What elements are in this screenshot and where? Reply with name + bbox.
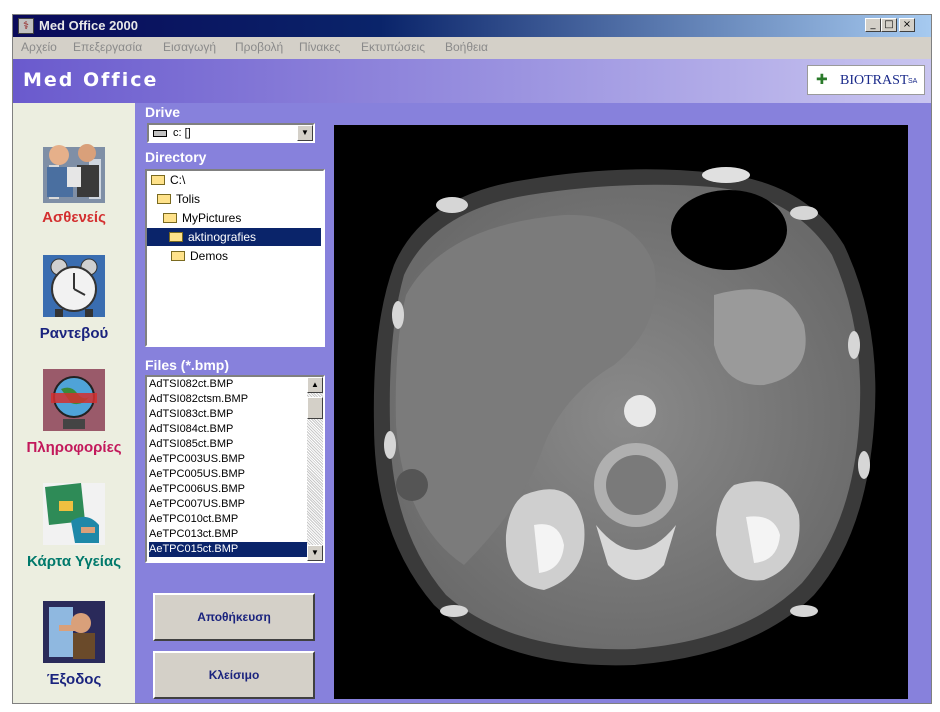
save-button[interactable]: Αποθήκευση xyxy=(153,593,315,641)
nav-appointments[interactable]: Ραντεβού xyxy=(13,253,135,353)
maximize-button[interactable]: □ xyxy=(881,18,897,32)
health-card-icon xyxy=(43,483,105,545)
biotrast-logo: ✚ BIOTRAST SA xyxy=(807,65,925,95)
file-item[interactable]: AeTPC006US.BMP xyxy=(149,482,245,497)
dir-item[interactable]: Demos xyxy=(147,247,228,265)
main-panel: Drive c: [] ▼ Directory C:\ Tolis MyPict… xyxy=(135,103,931,703)
file-item[interactable]: AeTPC003US.BMP xyxy=(149,452,245,467)
file-item[interactable]: AeTPC005US.BMP xyxy=(149,467,245,482)
drive-value: c: [] xyxy=(173,127,191,139)
menu-bar: Αρχείο Επεξεργασία Εισαγωγή Προβολή Πίνα… xyxy=(13,37,931,57)
close-button[interactable]: Κλείσιμο xyxy=(153,651,315,699)
drive-select[interactable]: c: [] ▼ xyxy=(147,123,315,143)
dir-item-selected[interactable]: aktinografies xyxy=(147,228,321,246)
app-window: ⚕ Med Office 2000 _ □ × Αρχείο Επεξεργασ… xyxy=(12,14,932,704)
patients-icon xyxy=(43,144,105,203)
nav-patients-label: Ασθενείς xyxy=(42,209,106,226)
nav-appointments-label: Ραντεβού xyxy=(39,325,109,342)
folder-open-icon xyxy=(157,194,171,204)
minimize-button[interactable]: _ xyxy=(865,18,881,32)
alarm-clock-icon xyxy=(43,255,105,317)
file-item[interactable]: AeTPC013ct.BMP xyxy=(149,527,238,542)
window-title: Med Office 2000 xyxy=(39,18,138,33)
scroll-up-icon[interactable]: ▲ xyxy=(307,377,323,393)
menu-insert[interactable]: Εισαγωγή xyxy=(163,40,216,54)
file-item[interactable]: AeTPC007US.BMP xyxy=(149,497,245,512)
folder-closed-icon xyxy=(171,251,185,261)
hard-drive-icon xyxy=(153,130,167,137)
image-viewer[interactable] xyxy=(334,125,908,699)
close-window-button[interactable]: × xyxy=(899,18,915,32)
directory-label: Directory xyxy=(145,149,207,165)
nav-info[interactable]: Πληροφορίες xyxy=(13,367,135,467)
dir-item[interactable]: Tolis xyxy=(147,190,200,208)
folder-open-icon xyxy=(151,175,165,185)
file-list-scrollbar[interactable]: ▲ ▼ xyxy=(307,377,323,561)
scrollbar-thumb[interactable] xyxy=(307,397,323,419)
file-list[interactable]: AdTSI082ct.BMP AdTSI082ctsm.BMP AdTSI083… xyxy=(145,375,325,563)
dir-item-label: Demos xyxy=(190,249,229,263)
header-band: Med Office ✚ BIOTRAST SA xyxy=(13,59,931,103)
brand-title: Med Office xyxy=(23,69,159,91)
dir-item-label: Tolis xyxy=(176,192,201,206)
nav-patients[interactable]: Ασθενείς xyxy=(13,137,135,237)
directory-list[interactable]: C:\ Tolis MyPictures aktinografies Demos xyxy=(145,169,325,347)
dir-item[interactable]: MyPictures xyxy=(147,209,241,227)
menu-help[interactable]: Βοήθεια xyxy=(445,40,488,54)
exit-icon xyxy=(43,601,105,663)
nav-health-card-label: Κάρτα Υγείας xyxy=(26,553,121,570)
caduceus-icon[interactable]: ⚕ xyxy=(18,18,34,34)
file-item[interactable]: AeTPC010ct.BMP xyxy=(149,512,238,527)
nav-exit[interactable]: Έξοδος xyxy=(13,599,135,699)
dir-item-label: C:\ xyxy=(170,173,186,187)
nav-exit-label: Έξοδος xyxy=(46,671,102,688)
left-nav: Ασθενείς Ραντεβού Πληροφορίες Κάρτα Υγεί… xyxy=(13,103,135,703)
menu-print[interactable]: Εκτυπώσεις xyxy=(361,40,425,54)
menu-edit[interactable]: Επεξεργασία xyxy=(73,40,142,54)
logo-text: BIOTRAST xyxy=(840,73,909,88)
dir-item-label: aktinografies xyxy=(188,230,257,244)
menu-file[interactable]: Αρχείο xyxy=(21,40,57,54)
menu-tables[interactable]: Πίνακες xyxy=(299,40,340,54)
files-label: Files (*.bmp) xyxy=(145,357,230,373)
menu-view[interactable]: Προβολή xyxy=(235,40,283,54)
chevron-down-icon[interactable]: ▼ xyxy=(297,125,313,141)
scroll-down-icon[interactable]: ▼ xyxy=(307,545,323,561)
file-item-selected[interactable]: AeTPC015ct.BMP xyxy=(149,542,307,557)
file-item[interactable]: AdTSI084ct.BMP xyxy=(149,422,233,437)
file-item[interactable]: AdTSI082ctsm.BMP xyxy=(149,392,248,407)
ct-scan-image xyxy=(334,125,908,699)
file-item[interactable]: AdTSI082ct.BMP xyxy=(149,377,233,392)
nav-health-card[interactable]: Κάρτα Υγείας xyxy=(13,481,135,581)
file-item[interactable]: AdTSI083ct.BMP xyxy=(149,407,233,422)
title-bar[interactable]: ⚕ Med Office 2000 _ □ × xyxy=(13,15,931,37)
globe-icon xyxy=(43,369,105,431)
nav-info-label: Πληροφορίες xyxy=(26,439,122,456)
folder-open-icon xyxy=(163,213,177,223)
folder-open-icon xyxy=(169,232,183,242)
dir-item[interactable]: C:\ xyxy=(147,171,185,189)
logo-mark-icon: ✚ xyxy=(816,71,828,87)
logo-suffix: SA xyxy=(908,78,918,85)
drive-label: Drive xyxy=(145,104,181,120)
dir-item-label: MyPictures xyxy=(182,211,242,225)
file-item[interactable]: AdTSI085ct.BMP xyxy=(149,437,233,452)
